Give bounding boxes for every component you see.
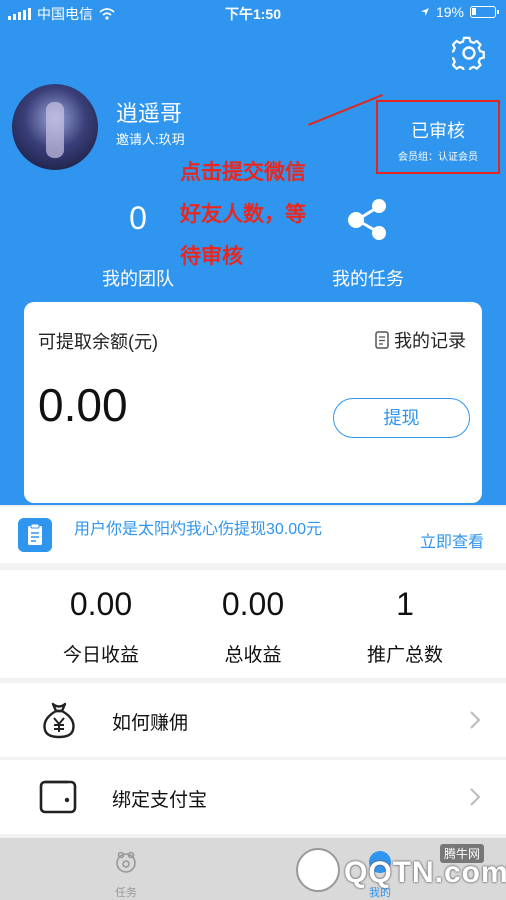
annotation-line-1: 点击提交微信 (180, 161, 306, 184)
today-earnings-value: 0.00 (69, 586, 133, 622)
promotion-total-value: 1 (396, 586, 414, 622)
view-now-link[interactable]: 立即查看 (420, 528, 484, 552)
inviter-text: 邀请人:玖玥 (116, 132, 185, 147)
status-bar: 中国电信 下午1:50 19% (0, 0, 506, 26)
member-group: 会员组：认证会员 (398, 152, 478, 163)
total-earnings: 0.00 总收益 (169, 570, 337, 678)
notice-text: 用户你是太阳灼我心伤提现30.00元 (74, 521, 323, 538)
total-earnings-value: 0.00 (221, 586, 285, 622)
balance-label: 可提取余额(元) (38, 332, 158, 352)
today-earnings-label: 今日收益 (62, 645, 139, 666)
status-right: 19% (420, 4, 499, 20)
promotion-total-label: 推广总数 (366, 645, 443, 666)
tab-tasks[interactable]: 任务 (76, 838, 176, 900)
document-icon (375, 331, 389, 349)
task-icon (116, 851, 136, 873)
audit-status-box: 已审核 会员组：认证会员 (376, 100, 500, 174)
promotion-total: 1 推广总数 (321, 570, 489, 678)
username: 逍遥哥 (116, 101, 183, 126)
annotation-line-2: 好友人数，等 (180, 203, 306, 226)
earnings-panel: 0.00 今日收益 0.00 总收益 1 推广总数 (0, 570, 506, 678)
audit-status: 已审核 (411, 121, 465, 141)
my-records-label: 我的记录 (394, 331, 466, 351)
total-earnings-label: 总收益 (224, 645, 282, 666)
how-to-earn-label: 如何赚佣 (112, 713, 189, 734)
today-earnings: 0.00 今日收益 (17, 570, 185, 678)
annotation-pointer-line (308, 94, 383, 126)
watermark-small-text: 腾牛网 (440, 844, 485, 863)
menu-item-how-to-earn[interactable]: 如何赚佣 (0, 683, 506, 757)
watermark-logo-icon (296, 848, 340, 892)
watermark: QQTN.com 腾牛网 (296, 840, 506, 896)
withdraw-notice: 用户你是太阳灼我心伤提现30.00元 立即查看 (0, 507, 506, 563)
balance-card: 可提取余额(元) 我的记录 0.00 提现 (24, 302, 482, 503)
wallet-icon (39, 780, 77, 814)
chevron-right-icon (470, 788, 481, 806)
chevron-right-icon (470, 711, 481, 729)
battery-icon (470, 6, 499, 18)
money-bag-icon (43, 702, 75, 739)
balance-amount: 0.00 (38, 379, 128, 431)
battery-percent: 19% (435, 4, 464, 20)
my-team-label[interactable]: 我的团队 (88, 265, 188, 291)
notice-icon (18, 518, 52, 552)
team-count[interactable]: 0 (98, 200, 178, 237)
my-tasks-label[interactable]: 我的任务 (318, 265, 418, 291)
avatar[interactable] (12, 84, 98, 170)
settings-gear-icon[interactable] (452, 36, 486, 70)
bind-alipay-label: 绑定支付宝 (112, 790, 208, 811)
my-records-link[interactable]: 我的记录 (375, 327, 466, 353)
menu-item-bind-alipay[interactable]: 绑定支付宝 (0, 760, 506, 834)
tab-tasks-label: 任务 (115, 887, 137, 899)
annotation-text: 点击提交微信 好友人数，等 待审核 (180, 152, 350, 278)
share-icon[interactable] (345, 196, 391, 242)
location-arrow-icon (420, 8, 429, 16)
profile-header: 中国电信 下午1:50 19% 逍遥哥 邀请人:玖玥 已审核 会员组：认证会员 … (0, 0, 506, 505)
withdraw-button[interactable]: 提现 (333, 398, 470, 438)
